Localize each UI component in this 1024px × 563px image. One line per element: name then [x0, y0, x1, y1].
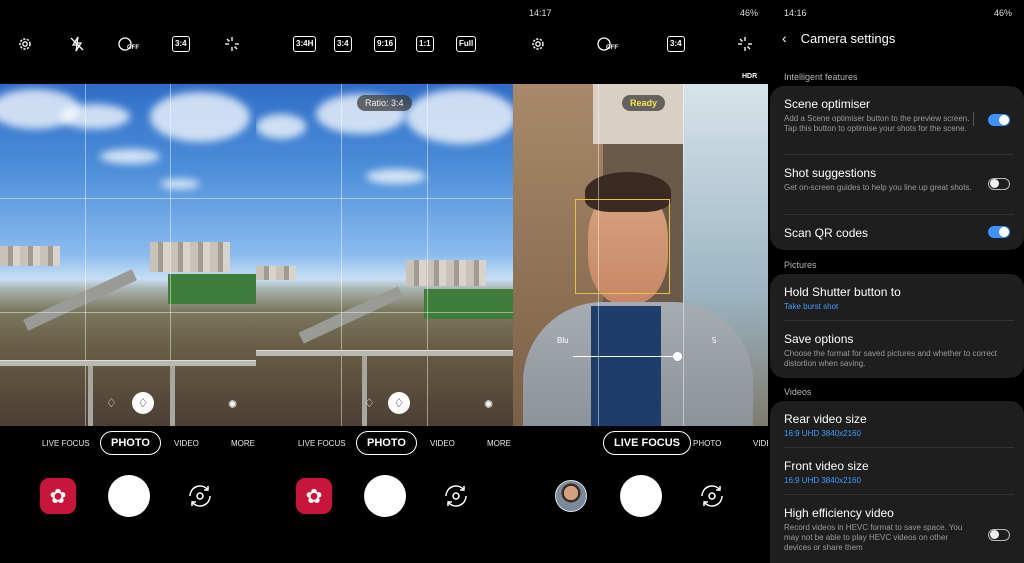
viewfinder[interactable]: Ready Blu 5: [513, 84, 768, 426]
camera-panel-ratio: 3:4H 3:4 9:16 1:1 Full Ratio: 3:4 ✺ ♢ ♢ …: [256, 0, 513, 563]
top-toolbar: OFF 3:4: [0, 0, 256, 84]
mode-live-focus[interactable]: LIVE FOCUS: [603, 431, 692, 455]
ratio-3-4-option[interactable]: 3:4: [334, 34, 352, 54]
shot-suggestions-toggle[interactable]: [988, 178, 1010, 190]
ratio-full-option[interactable]: Full: [456, 34, 477, 54]
ratio-9-16-option[interactable]: 9:16: [374, 34, 397, 54]
mode-selector: LIVE FOCUS PHOTO VIDEO MORE: [256, 426, 513, 460]
shutter-button[interactable]: [364, 475, 406, 517]
mode-video[interactable]: VIDEO: [174, 439, 199, 448]
gallery-thumbnail[interactable]: ✿: [296, 478, 332, 514]
flower-icon: ✿: [49, 485, 67, 508]
status-bar: 14:16 46%: [784, 8, 1012, 18]
row-scan-qr[interactable]: Scan QR codes: [784, 226, 1014, 240]
card-videos: Rear video size 16:9 UHD 3840x2160 Front…: [770, 401, 1024, 563]
hevc-toggle[interactable]: [988, 529, 1010, 541]
ratio-toolbar: 3:4H 3:4 9:16 1:1 Full: [256, 0, 513, 84]
timer-off-icon[interactable]: OFF: [597, 34, 618, 54]
hdr-label: HDR: [742, 73, 758, 80]
effects-icon[interactable]: [737, 34, 753, 54]
top-toolbar: OFF 3:4 HDR: [513, 0, 768, 84]
effects-icon[interactable]: [224, 34, 240, 54]
row-high-efficiency-video[interactable]: High efficiency video Record videos in H…: [784, 506, 1014, 553]
drop-filled-icon[interactable]: ♢: [132, 392, 154, 414]
ratio-pill: Ratio: 3:4: [357, 95, 412, 111]
back-arrow-icon[interactable]: ‹: [782, 30, 787, 46]
row-hold-shutter[interactable]: Hold Shutter button to Take burst shot: [784, 285, 1014, 311]
mode-photo[interactable]: PHOTO: [356, 431, 417, 455]
mode-video[interactable]: VIDE: [753, 439, 768, 448]
effects-mini-icon[interactable]: ✺: [228, 398, 240, 411]
gallery-thumbnail[interactable]: [555, 480, 587, 512]
mode-live-focus[interactable]: LIVE FOCUS: [42, 439, 90, 448]
ready-pill: Ready: [622, 95, 666, 111]
ratio-3-4h-option[interactable]: 3:4H: [293, 34, 317, 54]
timer-off-icon[interactable]: OFF: [118, 34, 139, 54]
scene-optimiser-toggle[interactable]: [988, 114, 1010, 126]
ratio-button[interactable]: 3:4: [172, 34, 190, 54]
mode-photo[interactable]: PHOTO: [100, 431, 161, 455]
mode-selector: LIVE FOCUS PHOTO VIDE: [513, 426, 768, 460]
ratio-1-1-option[interactable]: 1:1: [416, 34, 434, 54]
blur-slider[interactable]: [573, 356, 679, 357]
row-save-options[interactable]: Save options Choose the format for saved…: [784, 332, 1014, 369]
gear-icon[interactable]: [17, 34, 33, 54]
section-videos: Videos: [784, 387, 812, 397]
settings-header: ‹ Camera settings: [782, 30, 895, 46]
row-rear-video-size[interactable]: Rear video size 16:9 UHD 3840x2160: [784, 412, 1014, 438]
row-shot-suggestions[interactable]: Shot suggestions Get on-screen guides to…: [784, 166, 1014, 193]
switch-camera-icon[interactable]: [440, 480, 472, 512]
mode-more[interactable]: MORE: [487, 439, 511, 448]
ratio-button[interactable]: 3:4: [667, 34, 685, 54]
flower-icon: ✿: [305, 485, 323, 508]
shutter-button[interactable]: [108, 475, 150, 517]
section-intelligent: Intelligent features: [784, 72, 858, 82]
status-time: 14:16: [784, 8, 807, 18]
row-scene-optimiser[interactable]: Scene optimiser Add a Scene optimiser bu…: [784, 97, 1014, 134]
blur-slider-knob[interactable]: [673, 352, 682, 361]
switch-camera-icon[interactable]: [696, 480, 728, 512]
drop-outline-icon[interactable]: ♢: [106, 396, 117, 410]
viewfinder[interactable]: ✺ ♢ ♢: [0, 84, 256, 426]
page-title: Camera settings: [800, 30, 896, 46]
camera-panel-photo: OFF 3:4 ✺ ♢ ♢ LIVE FOCUS PHOTO VIDEO MOR…: [0, 0, 256, 563]
effects-mini-icon[interactable]: ✺: [484, 398, 493, 411]
flash-off-icon[interactable]: [70, 34, 84, 54]
mode-photo[interactable]: PHOTO: [693, 439, 721, 448]
blur-max-label: 5: [712, 336, 717, 345]
face-detect-box: [575, 199, 670, 294]
viewfinder[interactable]: Ratio: 3:4 ✺ ♢ ♢: [256, 84, 513, 426]
section-pictures: Pictures: [784, 260, 817, 270]
camera-settings-panel: 14:16 46% ‹ Camera settings Intelligent …: [768, 0, 1024, 563]
drop-filled-icon[interactable]: ♢: [388, 392, 410, 414]
mode-more[interactable]: MORE: [231, 439, 255, 448]
row-front-video-size[interactable]: Front video size 16:9 UHD 3840x2160: [784, 459, 1014, 485]
drop-outline-icon[interactable]: ♢: [364, 396, 375, 410]
gallery-thumbnail[interactable]: ✿: [40, 478, 76, 514]
camera-panel-live-focus: 14:17 46% OFF 3:4 HDR Ready Blu 5 LIVE F…: [513, 0, 768, 563]
card-pictures: Hold Shutter button to Take burst shot S…: [770, 274, 1024, 378]
mode-video[interactable]: VIDEO: [430, 439, 455, 448]
scan-qr-toggle[interactable]: [988, 226, 1010, 238]
status-battery: 46%: [993, 8, 1012, 18]
gear-icon[interactable]: [530, 34, 546, 54]
blur-min-label: Blu: [557, 336, 569, 345]
switch-camera-icon[interactable]: [184, 480, 216, 512]
card-intelligent: Scene optimiser Add a Scene optimiser bu…: [770, 86, 1024, 250]
mode-live-focus[interactable]: LIVE FOCUS: [298, 439, 346, 448]
mode-selector: LIVE FOCUS PHOTO VIDEO MORE: [0, 426, 256, 460]
shutter-button[interactable]: [620, 475, 662, 517]
